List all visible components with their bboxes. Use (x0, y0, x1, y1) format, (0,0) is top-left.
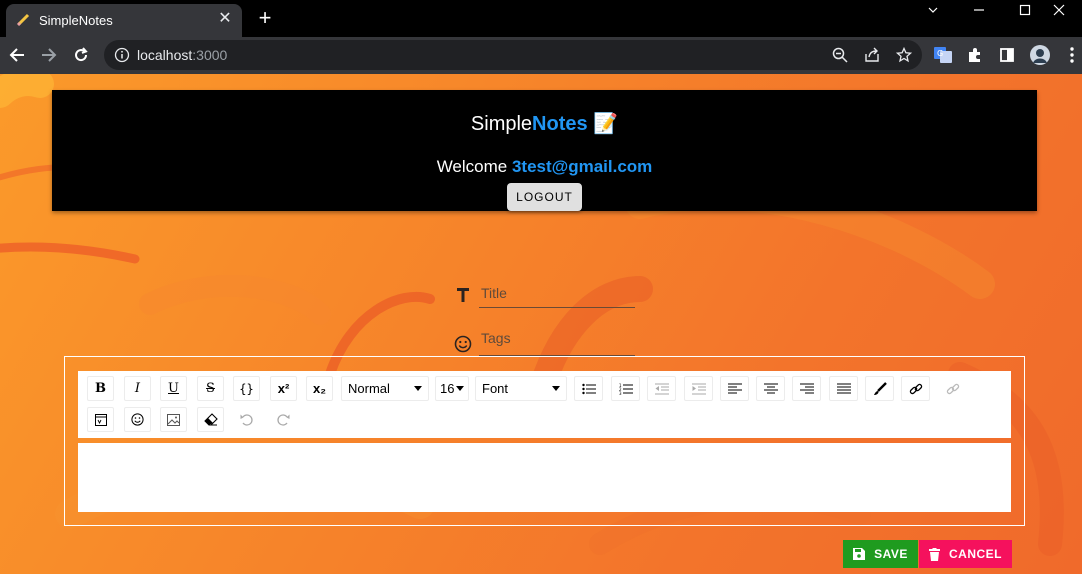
caret-down-icon (456, 386, 464, 391)
side-panel-icon[interactable] (997, 45, 1017, 65)
back-arrow-icon[interactable] (4, 42, 30, 68)
title-input[interactable]: Title (481, 285, 507, 301)
translate-extension-icon[interactable]: G (933, 45, 953, 65)
undo-button[interactable] (233, 407, 260, 432)
tab-title: SimpleNotes (39, 13, 113, 28)
share-icon[interactable] (863, 46, 881, 64)
align-justify-button[interactable] (829, 376, 858, 401)
bookmark-star-icon[interactable] (895, 46, 913, 64)
welcome-message: Welcome 3test@gmail.com (436, 157, 653, 176)
bold-button[interactable]: B (87, 376, 114, 401)
align-right-button[interactable] (792, 376, 821, 401)
emoji-icon (131, 413, 144, 426)
close-tab-icon[interactable]: ✕ (216, 10, 234, 28)
smiley-icon (454, 335, 472, 353)
embed-icon (94, 413, 107, 426)
close-window-icon[interactable] (1036, 0, 1082, 20)
bullet-list-icon (581, 383, 596, 394)
align-left-icon (727, 382, 742, 394)
caret-down-icon (552, 386, 560, 391)
browser-tab[interactable]: SimpleNotes ✕ (6, 4, 242, 37)
ordered-list-icon: 123 (619, 383, 633, 395)
minimize-icon[interactable] (956, 0, 1002, 20)
tags-field[interactable]: Tags (453, 330, 635, 358)
align-center-icon (763, 382, 778, 394)
unlink-icon (946, 383, 959, 394)
tags-input[interactable]: Tags (481, 330, 511, 346)
brush-icon (873, 381, 887, 395)
font-family-dropdown[interactable]: Font (475, 376, 567, 401)
app-brand-title: SimpleNotes 📝 (470, 113, 619, 135)
svg-text:G: G (937, 49, 943, 58)
eraser-icon (203, 413, 218, 426)
superscript-button[interactable]: x² (270, 376, 297, 401)
bullet-list-button[interactable] (574, 376, 603, 401)
undo-icon (240, 414, 253, 426)
emoji-button[interactable] (124, 407, 151, 432)
outdent-button[interactable] (647, 376, 676, 401)
unlink-button[interactable] (938, 376, 967, 401)
link-button[interactable] (901, 376, 930, 401)
remove-format-button[interactable] (197, 407, 224, 432)
window-dropdown-icon[interactable] (910, 0, 956, 20)
rich-text-editor: B I U S {} x² x₂ Normal 16 Font 1 2 3 (64, 356, 1025, 526)
memo-emoji-icon: 📝 (593, 113, 619, 135)
floppy-disk-icon (853, 548, 866, 560)
text-color-button[interactable] (865, 376, 894, 401)
cancel-button[interactable]: CANCEL (919, 540, 1012, 568)
save-button[interactable]: SAVE (843, 540, 918, 568)
kebab-menu-icon[interactable] (1062, 45, 1082, 65)
indent-icon (691, 382, 706, 395)
block-type-dropdown[interactable]: Normal (341, 376, 429, 401)
align-left-button[interactable] (720, 376, 749, 401)
text-format-icon (457, 288, 469, 302)
link-icon (909, 383, 922, 394)
align-center-button[interactable] (756, 376, 785, 401)
align-justify-icon (836, 382, 851, 394)
redo-icon (277, 414, 290, 426)
image-icon (167, 413, 180, 426)
outdent-icon (654, 382, 669, 395)
profile-avatar[interactable] (1030, 45, 1050, 65)
strikethrough-button[interactable]: S (197, 376, 224, 401)
caret-down-icon (414, 386, 422, 391)
new-tab-plus-icon[interactable]: + (253, 6, 277, 30)
title-underline (479, 307, 635, 308)
url-text: localhost:3000 (137, 47, 228, 63)
pencil-favicon-icon (17, 13, 30, 26)
image-button[interactable] (160, 407, 187, 432)
reload-icon[interactable] (68, 42, 94, 68)
page-viewport: SimpleNotes 📝 Welcome 3test@gmail.com LO… (0, 74, 1082, 574)
forward-arrow-icon[interactable] (36, 42, 62, 68)
svg-text:3: 3 (619, 391, 622, 395)
browser-tab-bar: SimpleNotes ✕ + (0, 0, 1082, 37)
address-bar[interactable]: localhost:3000 (104, 40, 922, 70)
underline-button[interactable]: U (160, 376, 187, 401)
align-right-icon (799, 382, 814, 394)
code-button[interactable]: {} (233, 376, 260, 401)
zoom-out-icon[interactable] (831, 46, 849, 64)
site-info-icon[interactable] (114, 47, 130, 63)
subscript-button[interactable]: x₂ (306, 376, 333, 401)
browser-toolbar: localhost:3000 G (0, 37, 1082, 74)
redo-button[interactable] (270, 407, 297, 432)
logout-button[interactable]: LOGOUT (507, 183, 582, 211)
ordered-list-button[interactable]: 123 (611, 376, 640, 401)
extensions-puzzle-icon[interactable] (965, 45, 985, 65)
app-header: SimpleNotes 📝 Welcome 3test@gmail.com LO… (52, 90, 1037, 211)
font-size-dropdown[interactable]: 16 (435, 376, 469, 401)
embed-button[interactable] (87, 407, 114, 432)
editor-toolbar: B I U S {} x² x₂ Normal 16 Font 1 2 3 (78, 371, 1011, 438)
user-email: 3test@gmail.com (511, 157, 653, 176)
trash-icon (929, 547, 940, 561)
title-field[interactable]: Title (453, 285, 635, 309)
italic-button[interactable]: I (124, 376, 151, 401)
indent-button[interactable] (684, 376, 713, 401)
editor-content-area[interactable] (78, 443, 1011, 512)
